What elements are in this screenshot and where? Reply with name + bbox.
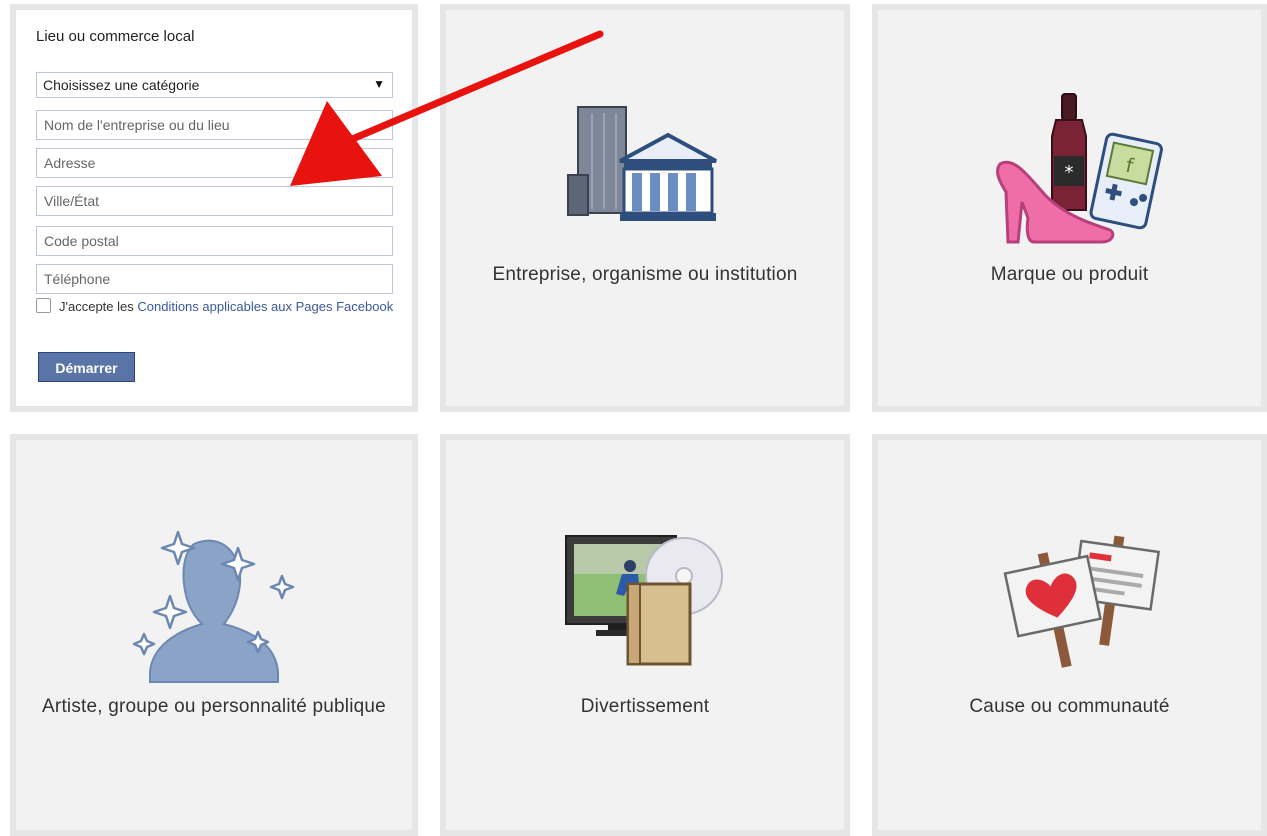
form-title: Lieu ou commerce local [36, 28, 195, 45]
terms-checkbox[interactable] [36, 298, 51, 313]
tile-label-brand: Marque ou produit [990, 264, 1149, 285]
entertainment-tile[interactable]: Divertissement [440, 434, 850, 836]
terms-row: J'accepte les Conditions applicables aux… [36, 298, 396, 316]
terms-text: J'accepte les [59, 299, 138, 314]
company-tile[interactable]: Entreprise, organisme ou institution [440, 4, 850, 412]
cause-tile[interactable]: Cause ou communauté [872, 434, 1267, 836]
tile-label-artist: Artiste, groupe ou personnalité publique [42, 696, 386, 717]
phone-field[interactable]: Téléphone [36, 264, 393, 294]
terms-link[interactable]: Conditions applicables aux Pages Faceboo… [137, 299, 393, 314]
city-state-field[interactable]: Ville/État [36, 186, 393, 216]
products-icon: * f [996, 93, 1163, 244]
postal-code-field[interactable]: Code postal [36, 226, 393, 256]
tile-label-company: Entreprise, organisme ou institution [492, 264, 798, 285]
tile-label-entertainment: Divertissement [580, 696, 710, 717]
category-select[interactable]: Choisissez une catégorie ▼ [36, 72, 393, 98]
entertainment-icon [565, 535, 723, 666]
cause-icon [1003, 535, 1161, 668]
chevron-down-icon: ▼ [373, 77, 385, 91]
brand-tile[interactable]: * f Marque ou produit [872, 4, 1267, 412]
category-select-value: Choisissez une catégorie [43, 77, 200, 93]
address-field[interactable]: Adresse [36, 148, 393, 178]
public-figure-icon [132, 530, 295, 683]
svg-text:*: * [1065, 162, 1074, 183]
business-name-field[interactable]: Nom de l'entreprise ou du lieu [36, 110, 393, 140]
start-button[interactable]: Démarrer [38, 352, 135, 382]
buildings-icon [567, 106, 717, 221]
local-business-tile: Lieu ou commerce local Choisissez une ca… [10, 4, 418, 412]
artist-tile[interactable]: Artiste, groupe ou personnalité publique [10, 434, 418, 836]
tile-label-cause: Cause ou communauté [969, 696, 1170, 717]
